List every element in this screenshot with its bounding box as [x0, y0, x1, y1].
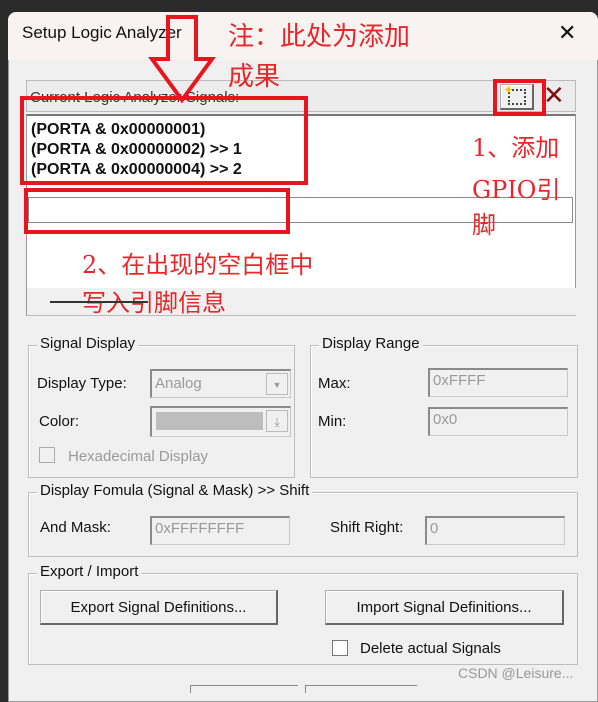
display-type-select[interactable]: Analog ▼: [150, 369, 291, 398]
delete-actual-signals-checkbox[interactable]: [332, 640, 348, 656]
display-range-title: Display Range: [319, 335, 423, 352]
annotation-step1-end: 脚: [472, 211, 496, 239]
shift-right-input[interactable]: 0: [425, 516, 565, 545]
annotation-step1: 1、添加: [472, 134, 560, 162]
download-arrow-icon: ⤓: [266, 410, 288, 432]
color-label: Color:: [39, 413, 80, 430]
down-arrow-annotation: [148, 15, 216, 104]
delete-signal-button[interactable]: ✕: [543, 80, 565, 111]
color-swatch: [156, 412, 263, 430]
result-highlight-box: [20, 96, 308, 185]
bottom-button[interactable]: [190, 685, 298, 693]
max-label: Max:: [318, 375, 351, 392]
strike-line: [50, 301, 148, 303]
export-import-title: Export / Import: [37, 563, 142, 580]
display-type-value: Analog: [155, 375, 202, 392]
max-input[interactable]: 0xFFFF: [428, 368, 568, 397]
hex-display-label: Hexadecimal Display: [68, 448, 209, 465]
hex-display-checkbox[interactable]: [39, 447, 55, 463]
color-select[interactable]: ⤓: [150, 406, 291, 437]
signal-display-title: Signal Display: [37, 335, 139, 352]
annotation-note: 注：此处为添加: [228, 22, 411, 52]
bottom-button[interactable]: [305, 685, 417, 693]
new-button-highlight-box: [493, 79, 546, 116]
close-button[interactable]: ✕: [558, 20, 576, 46]
min-label: Min:: [318, 413, 347, 430]
chevron-down-icon: ▼: [266, 373, 288, 395]
formula-title: Display Fomula (Signal & Mask) >> Shift: [37, 482, 313, 499]
import-signal-definitions-button[interactable]: Import Signal Definitions...: [325, 590, 564, 625]
export-signal-definitions-button[interactable]: Export Signal Definitions...: [40, 590, 278, 625]
and-mask-input[interactable]: 0xFFFFFFFF: [150, 516, 290, 545]
display-type-label: Display Type:: [37, 375, 127, 392]
annotation-step2: 2、在出现的空白框中: [82, 251, 314, 279]
edit-highlight-box: [24, 188, 290, 234]
delete-actual-signals-label: Delete actual Signals: [360, 640, 501, 657]
and-mask-label: And Mask:: [40, 519, 111, 536]
watermark: CSDN @Leisure...: [458, 665, 574, 681]
min-input[interactable]: 0x0: [428, 407, 568, 436]
shift-right-label: Shift Right:: [330, 519, 404, 536]
annotation-note-cont: 成果: [228, 62, 281, 92]
annotation-step1-cont: GPIO引: [472, 176, 561, 204]
